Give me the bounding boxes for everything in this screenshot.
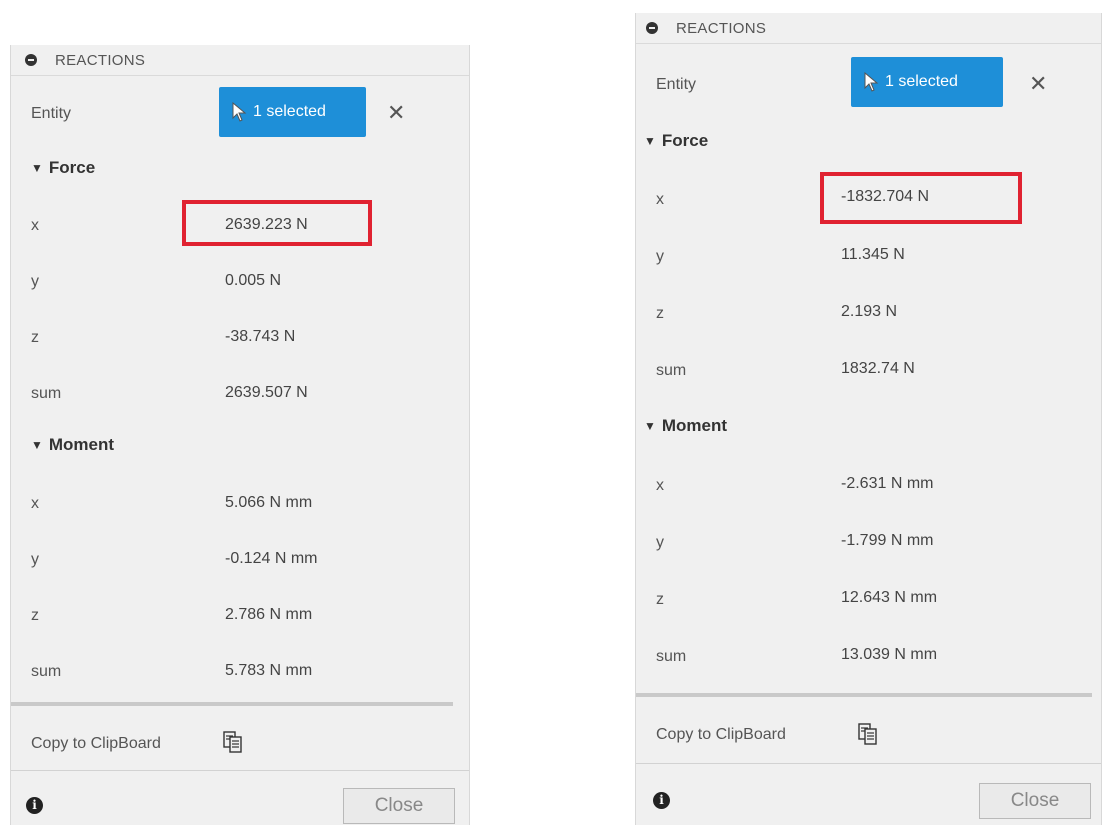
force-y-label: y (31, 273, 39, 290)
close-button[interactable]: Close (343, 788, 455, 824)
panel-header[interactable]: REACTIONS (11, 45, 469, 76)
force-y-label: y (656, 248, 664, 265)
cursor-arrow-icon (864, 72, 879, 92)
moment-y-value: -1.799 N mm (841, 532, 934, 549)
selection-count: 1 selected (885, 73, 958, 90)
moment-sum-label: sum (31, 663, 62, 680)
moment-x-value: -2.631 N mm (841, 475, 934, 492)
collapse-circle-icon[interactable] (25, 54, 37, 66)
force-z-value: 2.193 N (841, 303, 898, 320)
force-section-title: Force (661, 131, 709, 150)
force-z-label: z (656, 305, 664, 322)
force-section-toggle[interactable]: ▼ Force (31, 158, 95, 178)
force-sum-label: sum (31, 385, 62, 402)
panel-title: REACTIONS (55, 52, 146, 69)
force-sum-label: sum (656, 362, 687, 379)
footer-divider (636, 763, 1101, 764)
force-z-label: z (31, 329, 39, 346)
force-sum-value: 2639.507 N (225, 384, 308, 401)
moment-sum-value: 13.039 N mm (841, 646, 938, 663)
entity-label: Entity (31, 105, 72, 122)
highlight-box (820, 172, 1022, 224)
expand-triangle-icon: ▼ (644, 419, 656, 433)
clipboard-copy-icon[interactable] (223, 731, 243, 753)
force-x-label: x (656, 191, 664, 208)
info-icon[interactable]: i (653, 792, 670, 809)
moment-x-value: 5.066 N mm (225, 494, 313, 511)
force-x-label: x (31, 217, 39, 234)
moment-y-label: y (31, 551, 39, 568)
cursor-arrow-icon (232, 102, 247, 122)
info-icon[interactable]: i (26, 797, 43, 814)
force-section-title: Force (48, 158, 96, 177)
moment-z-label: z (31, 607, 39, 624)
entity-selection-button[interactable]: 1 selected (851, 57, 1003, 107)
moment-y-label: y (656, 534, 664, 551)
moment-y-value: -0.124 N mm (225, 550, 318, 567)
highlight-box (182, 200, 372, 246)
moment-z-label: z (656, 591, 664, 608)
moment-sum-value: 5.783 N mm (225, 662, 313, 679)
expand-triangle-icon: ▼ (31, 161, 43, 175)
clear-selection-icon[interactable]: ✕ (1029, 71, 1047, 97)
copy-to-clipboard-label: Copy to ClipBoard (31, 735, 161, 752)
expand-triangle-icon: ▼ (31, 438, 43, 452)
moment-x-label: x (31, 495, 39, 512)
entity-label: Entity (656, 76, 697, 93)
panel-title: REACTIONS (676, 20, 767, 37)
reactions-panel-left: REACTIONS Entity 1 selected ✕ ▼ Force x 2… (10, 45, 470, 825)
force-y-value: 0.005 N (225, 272, 282, 289)
moment-section-toggle[interactable]: ▼ Moment (31, 435, 114, 455)
footer-divider (11, 770, 469, 771)
moment-section-title: Moment (661, 416, 728, 435)
force-y-value: 11.345 N (841, 246, 905, 263)
reactions-panel-right: REACTIONS Entity 1 selected ✕ ▼ Force x -… (635, 13, 1102, 825)
clipboard-copy-icon[interactable] (858, 723, 878, 745)
divider (636, 693, 1092, 697)
entity-selection-button[interactable]: 1 selected (219, 87, 366, 137)
copy-to-clipboard-label: Copy to ClipBoard (656, 726, 786, 743)
moment-sum-label: sum (656, 648, 687, 665)
moment-z-value: 12.643 N mm (841, 589, 938, 606)
force-section-toggle[interactable]: ▼ Force (644, 131, 708, 151)
moment-section-title: Moment (48, 435, 115, 454)
close-button[interactable]: Close (979, 783, 1091, 819)
moment-x-label: x (656, 477, 664, 494)
moment-section-toggle[interactable]: ▼ Moment (644, 416, 727, 436)
panel-header[interactable]: REACTIONS (636, 13, 1101, 44)
expand-triangle-icon: ▼ (644, 134, 656, 148)
force-z-value: -38.743 N (225, 328, 296, 345)
force-sum-value: 1832.74 N (841, 360, 915, 377)
moment-z-value: 2.786 N mm (225, 606, 313, 623)
divider (11, 702, 453, 706)
selection-count: 1 selected (253, 103, 326, 120)
clear-selection-icon[interactable]: ✕ (387, 100, 405, 126)
collapse-circle-icon[interactable] (646, 22, 658, 34)
